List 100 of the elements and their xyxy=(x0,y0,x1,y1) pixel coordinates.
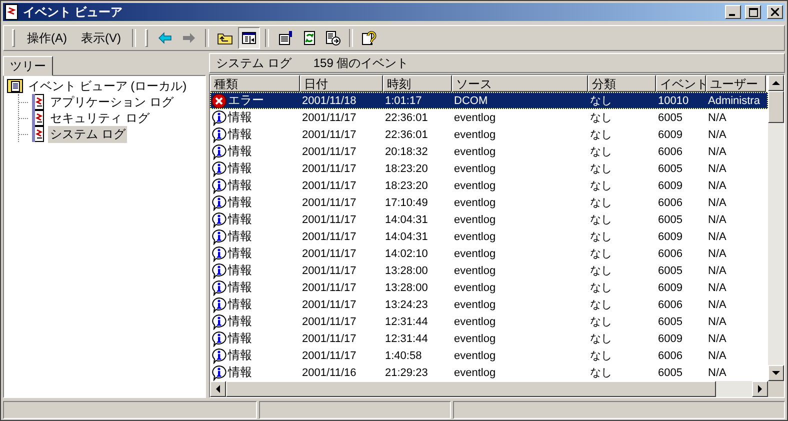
user-cell-text: Administra xyxy=(707,94,761,106)
event-row[interactable]: 情報 2001/11/17 13:28:00 eventlog なし 6005 N/A xyxy=(210,262,768,279)
event-cell-text: 6009 xyxy=(657,180,684,192)
column-header[interactable]: 分類 xyxy=(588,75,656,92)
type-cell: 情報 xyxy=(228,160,252,177)
date-cell-text: 2001/11/17 xyxy=(301,128,358,140)
scroll-down-button[interactable] xyxy=(768,365,784,381)
refresh-icon xyxy=(301,30,317,46)
date-cell-text: 2001/11/17 xyxy=(301,214,358,226)
source-cell-text: eventlog xyxy=(453,366,497,378)
event-cell-text: 6006 xyxy=(657,350,684,362)
event-cell-text: 6005 xyxy=(657,264,684,276)
event-row[interactable]: 情報 2001/11/17 13:24:23 eventlog なし 6006 N/A xyxy=(210,296,768,313)
time-cell-text: 12:31:44 xyxy=(384,316,429,328)
minimize-button[interactable] xyxy=(725,5,741,19)
event-row[interactable]: エラー 2001/11/18 1:01:17 DCOM なし 10010 Administra xyxy=(210,92,768,109)
tree-item[interactable]: イベント ビューア (ローカル) xyxy=(26,78,189,94)
scroll-up-button[interactable] xyxy=(768,75,784,91)
maximize-button[interactable] xyxy=(745,5,761,19)
user-cell-text: N/A xyxy=(707,196,728,208)
source-cell-text: eventlog xyxy=(453,112,497,124)
event-cell-text: 6005 xyxy=(657,366,684,378)
scroll-right-button[interactable] xyxy=(752,381,768,397)
app-icon xyxy=(5,4,19,20)
date-cell-text: 2001/11/17 xyxy=(301,180,358,192)
tree-item[interactable]: システム ログ xyxy=(48,126,128,142)
event-row[interactable]: 情報 2001/11/17 20:18:32 eventlog なし 6006 N/A xyxy=(210,143,768,160)
user-cell-text: N/A xyxy=(707,112,728,124)
event-row[interactable]: 情報 2001/11/17 18:23:20 eventlog なし 6005 N/A xyxy=(210,160,768,177)
category-cell-text: なし xyxy=(589,213,613,227)
event-row[interactable]: 情報 2001/11/17 22:36:01 eventlog なし 6009 N/A xyxy=(210,126,768,143)
column-header[interactable]: 時刻 xyxy=(383,75,452,92)
down-triangle-icon xyxy=(772,370,780,376)
time-cell-text: 14:04:31 xyxy=(384,230,429,242)
category-cell-text: なし xyxy=(589,94,613,108)
user-cell-text: N/A xyxy=(707,146,728,158)
time-cell-text: 14:02:10 xyxy=(384,248,429,260)
event-row[interactable]: 情報 2001/11/16 21:29:23 eventlog なし 6005 N/A xyxy=(210,364,768,381)
log-book-icon xyxy=(31,110,45,126)
column-header[interactable]: イベント xyxy=(656,75,706,92)
event-row[interactable]: 情報 2001/11/17 14:04:31 eventlog なし 6009 N/A xyxy=(210,228,768,245)
tree-tab[interactable]: ツリー xyxy=(3,56,53,76)
column-header[interactable]: 種類 xyxy=(210,75,300,92)
source-cell-text: eventlog xyxy=(453,214,497,226)
tree-item[interactable]: アプリケーション ログ xyxy=(48,94,176,110)
vertical-scrollbar[interactable] xyxy=(768,75,784,381)
date-cell-text: 2001/11/17 xyxy=(301,248,358,260)
category-cell-text: なし xyxy=(589,162,613,176)
left-arrow-icon xyxy=(157,30,173,46)
event-row[interactable]: 情報 2001/11/17 12:31:44 eventlog なし 6005 N/A xyxy=(210,313,768,330)
user-cell-text: N/A xyxy=(707,248,728,260)
type-cell: 情報 xyxy=(228,126,252,143)
category-cell-text: なし xyxy=(589,332,613,346)
column-header[interactable]: 日付 xyxy=(300,75,383,92)
date-cell-text: 2001/11/17 xyxy=(301,112,358,124)
column-header[interactable]: ユーザー xyxy=(706,75,766,92)
scroll-left-button[interactable] xyxy=(210,381,226,397)
event-row[interactable]: 情報 2001/11/17 1:40:58 eventlog なし 6006 N/A xyxy=(210,347,768,364)
menu-item[interactable]: 操作(A) xyxy=(21,28,73,48)
event-row[interactable]: 情報 2001/11/17 12:31:44 eventlog なし 6009 N/A xyxy=(210,330,768,347)
event-cell-text: 6009 xyxy=(657,128,684,140)
right-triangle-icon xyxy=(758,385,762,393)
scroll-thumb[interactable] xyxy=(768,91,784,123)
computer-log-icon xyxy=(7,78,23,94)
date-cell-text: 2001/11/17 xyxy=(301,146,358,158)
time-cell-text: 13:24:23 xyxy=(384,298,429,310)
type-cell: エラー xyxy=(228,92,264,109)
user-cell-text: N/A xyxy=(707,316,728,328)
event-row[interactable]: 情報 2001/11/17 14:04:31 eventlog なし 6005 N/A xyxy=(210,211,768,228)
tree-item[interactable]: セキュリティ ログ xyxy=(48,110,152,126)
time-cell-text: 1:40:58 xyxy=(384,350,423,362)
event-row[interactable]: 情報 2001/11/17 14:02:10 eventlog なし 6006 N/A xyxy=(210,245,768,262)
close-button[interactable] xyxy=(767,5,783,19)
event-row[interactable]: 情報 2001/11/17 13:28:00 eventlog なし 6009 N/A xyxy=(210,279,768,296)
user-cell-text: N/A xyxy=(707,282,728,294)
category-cell-text: なし xyxy=(589,128,613,142)
date-cell-text: 2001/11/17 xyxy=(301,230,358,242)
right-arrow-icon xyxy=(181,30,197,46)
source-cell-text: eventlog xyxy=(453,146,497,158)
time-cell-text: 18:23:20 xyxy=(384,180,429,192)
column-header[interactable]: ソース xyxy=(452,75,588,92)
user-cell-text: N/A xyxy=(707,180,728,192)
type-cell: 情報 xyxy=(228,313,252,330)
source-cell-text: eventlog xyxy=(453,298,497,310)
date-cell-text: 2001/11/17 xyxy=(301,350,358,362)
type-cell: 情報 xyxy=(228,245,252,262)
tree-button[interactable] xyxy=(238,27,260,49)
event-row[interactable]: 情報 2001/11/17 18:23:20 eventlog なし 6009 N/A xyxy=(210,177,768,194)
panel-icon xyxy=(241,30,257,46)
event-count: 159 個のイベント xyxy=(313,54,409,72)
source-cell-text: eventlog xyxy=(453,350,497,362)
event-row[interactable]: 情報 2001/11/17 17:10:49 eventlog なし 6006 N/A xyxy=(210,194,768,211)
time-cell-text: 13:28:00 xyxy=(384,282,429,294)
event-row[interactable]: 情報 2001/11/17 22:36:01 eventlog なし 6005 N/A xyxy=(210,109,768,126)
time-cell-text: 17:10:49 xyxy=(384,196,429,208)
menu-item[interactable]: 表示(V) xyxy=(75,28,127,48)
date-cell-text: 2001/11/18 xyxy=(301,94,358,106)
source-cell-text: eventlog xyxy=(453,230,497,242)
date-cell-text: 2001/11/17 xyxy=(301,162,358,174)
category-cell-text: なし xyxy=(589,264,613,278)
